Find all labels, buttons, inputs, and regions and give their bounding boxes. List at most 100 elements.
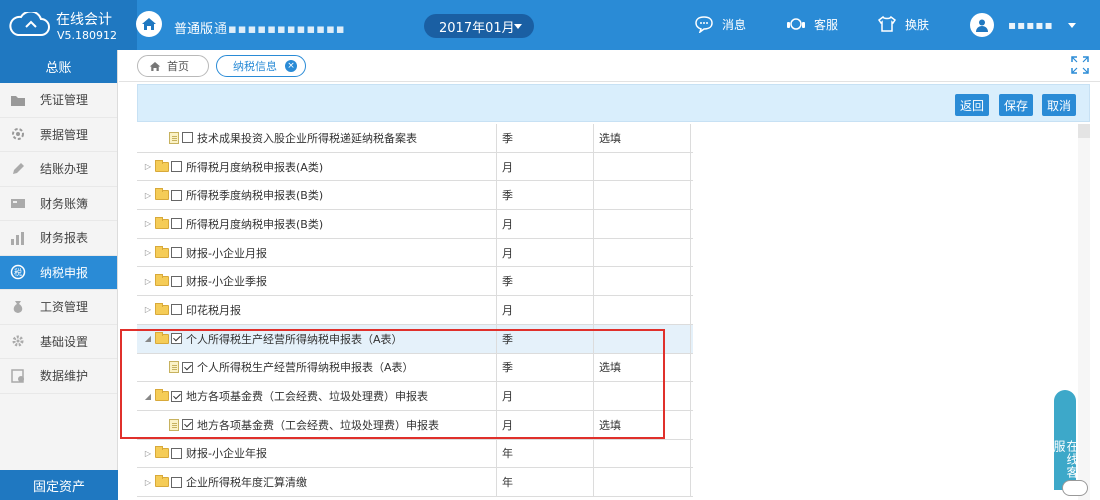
period-cell: 季 — [497, 181, 594, 210]
chat-bubble-icon[interactable] — [1062, 480, 1088, 496]
save-button[interactable]: 保存 — [999, 94, 1033, 116]
app-logo[interactable]: 在线会计 V5.180912 — [0, 0, 137, 50]
cloud-logo-icon — [9, 12, 50, 36]
user-name: ▪▪▪▪▪ — [1008, 18, 1054, 32]
row-checkbox[interactable] — [182, 132, 193, 144]
folder-icon — [155, 302, 169, 315]
wage-icon — [10, 299, 26, 315]
expand-icon[interactable]: ▷ — [143, 248, 153, 257]
sidebar-item-3[interactable]: 财务账簿 — [0, 187, 117, 221]
highlight-box — [120, 329, 665, 439]
expand-icon[interactable]: ▷ — [143, 191, 153, 200]
row-checkbox[interactable] — [171, 247, 182, 259]
sidebar-menu: 凭证管理票据管理结账办理财务账簿财务报表税 纳税申报工资管理基础设置数据维护 — [0, 83, 117, 394]
sidebar-item-label: 工资管理 — [40, 300, 89, 315]
tab-tax-info[interactable]: 纳税信息 × — [216, 55, 306, 77]
form-name: 印花税月报 — [186, 303, 241, 317]
table-row[interactable]: ▷ 财报-小企业月报 月 — [137, 238, 693, 268]
online-service-widget[interactable]: 在线客服 — [1052, 390, 1079, 490]
row-checkbox[interactable] — [171, 218, 182, 230]
data-icon — [10, 368, 26, 384]
form-name: 所得税月度纳税申报表(B类) — [186, 217, 324, 231]
row-checkbox[interactable] — [171, 161, 182, 173]
requirement-cell — [594, 439, 691, 468]
home-button[interactable] — [136, 11, 162, 37]
folder-icon — [155, 475, 169, 488]
expand-icon[interactable]: ▷ — [143, 277, 153, 286]
back-button[interactable]: 返回 — [955, 94, 989, 116]
service-button[interactable]: 客服 — [786, 15, 838, 33]
expand-icon[interactable]: ▷ — [143, 305, 153, 314]
close-icon[interactable]: × — [285, 60, 297, 72]
period-select[interactable]: 2017年01月 — [424, 14, 534, 38]
folder-icon — [155, 446, 169, 459]
sidebar-item-2[interactable]: 结账办理 — [0, 152, 117, 187]
sidebar-item-label: 财务报表 — [40, 231, 89, 246]
form-name-cell: ▷ 所得税月度纳税申报表(A类) — [137, 152, 497, 181]
table-row[interactable]: ▷ 财报-小企业季报 季 — [137, 267, 693, 297]
app-version: V5.180912 — [57, 29, 118, 42]
skin-button[interactable]: 换肤 — [877, 15, 929, 33]
table-row[interactable]: ▷ 财报-小企业年报 年 — [137, 439, 693, 469]
form-name: 所得税月度纳税申报表(A类) — [186, 160, 324, 174]
sidebar-item-label: 票据管理 — [40, 127, 89, 142]
sidebar-item-8[interactable]: 数据维护 — [0, 359, 117, 394]
period-cell: 月 — [497, 296, 594, 324]
sidebar: 总账 凭证管理票据管理结账办理财务账簿财务报表税 纳税申报工资管理基础设置数据维护… — [0, 50, 118, 500]
expand-icon[interactable]: ▷ — [143, 478, 153, 487]
requirement-cell — [594, 181, 691, 210]
sidebar-item-label: 结账办理 — [40, 162, 89, 177]
sidebar-item-label: 数据维护 — [40, 369, 89, 384]
form-name: 财报-小企业季报 — [186, 275, 267, 289]
edition-label: 普通版 — [174, 22, 214, 37]
row-checkbox[interactable] — [171, 476, 182, 488]
fullscreen-icon[interactable] — [1070, 55, 1090, 75]
sidebar-item-5[interactable]: 税 纳税申报 — [0, 255, 117, 290]
vertical-scrollbar[interactable] — [1078, 124, 1090, 500]
sidebar-item-label: 纳税申报 — [40, 265, 89, 280]
row-checkbox[interactable] — [171, 275, 182, 287]
period-cell: 月 — [497, 210, 594, 238]
sidebar-item-7[interactable]: 基础设置 — [0, 325, 117, 359]
tab-home-label: 首页 — [167, 60, 189, 73]
app-title: 在线会计 — [56, 12, 112, 28]
row-checkbox[interactable] — [171, 189, 182, 201]
expand-icon[interactable]: ▷ — [143, 162, 153, 171]
sidebar-item-label: 凭证管理 — [40, 93, 89, 108]
table-row[interactable]: ▷ 所得税季度纳税申报表(B类) 季 — [137, 181, 693, 211]
tax-icon: 税 — [10, 264, 26, 280]
settings-icon — [10, 333, 26, 349]
expand-icon[interactable]: ▷ — [143, 449, 153, 458]
form-name: 企业所得税年度汇算清缴 — [186, 476, 307, 490]
sidebar-item-label: 财务账簿 — [40, 196, 89, 211]
sidebar-header[interactable]: 总账 — [0, 50, 117, 83]
tab-home[interactable]: 首页 — [137, 55, 209, 77]
top-bar: 在线会计 V5.180912 普通版 通▪▪▪▪▪▪▪▪▪▪▪▪ 2017年01… — [0, 0, 1100, 50]
user-menu[interactable]: ▪▪▪▪▪ — [970, 13, 1076, 37]
table-row[interactable]: ▷ 所得税月度纳税申报表(A类) 月 — [137, 152, 693, 182]
chevron-down-icon — [514, 24, 522, 29]
avatar — [970, 13, 994, 37]
sidebar-item-0[interactable]: 凭证管理 — [0, 83, 117, 118]
sidebar-footer-fixed-assets[interactable]: 固定资产 — [0, 470, 118, 500]
sidebar-item-4[interactable]: 财务报表 — [0, 221, 117, 256]
table-row[interactable]: 技术成果投资入股企业所得税递延纳税备案表 季选填 — [137, 124, 693, 153]
home-icon — [149, 61, 161, 71]
expand-icon[interactable]: ▷ — [143, 219, 153, 228]
folder-icon — [155, 188, 169, 201]
sidebar-item-6[interactable]: 工资管理 — [0, 290, 117, 325]
row-checkbox[interactable] — [171, 304, 182, 316]
cancel-button[interactable]: 取消 — [1042, 94, 1076, 116]
period-cell: 月 — [497, 238, 594, 267]
folder-icon — [155, 216, 169, 229]
message-button[interactable]: 消息 — [694, 15, 746, 33]
sidebar-item-1[interactable]: 票据管理 — [0, 118, 117, 152]
table-row[interactable]: ▷ 印花税月报 月 — [137, 296, 693, 325]
table-row[interactable]: ▷ 所得税月度纳税申报表(B类) 月 — [137, 210, 693, 239]
table-row[interactable]: ▷ 企业所得税年度汇算清缴 年 — [137, 468, 693, 497]
home-icon — [142, 18, 156, 30]
scrollbar-thumb[interactable] — [1078, 124, 1090, 138]
requirement-cell — [594, 210, 691, 238]
row-checkbox[interactable] — [171, 447, 182, 459]
period-cell: 季 — [497, 124, 594, 152]
